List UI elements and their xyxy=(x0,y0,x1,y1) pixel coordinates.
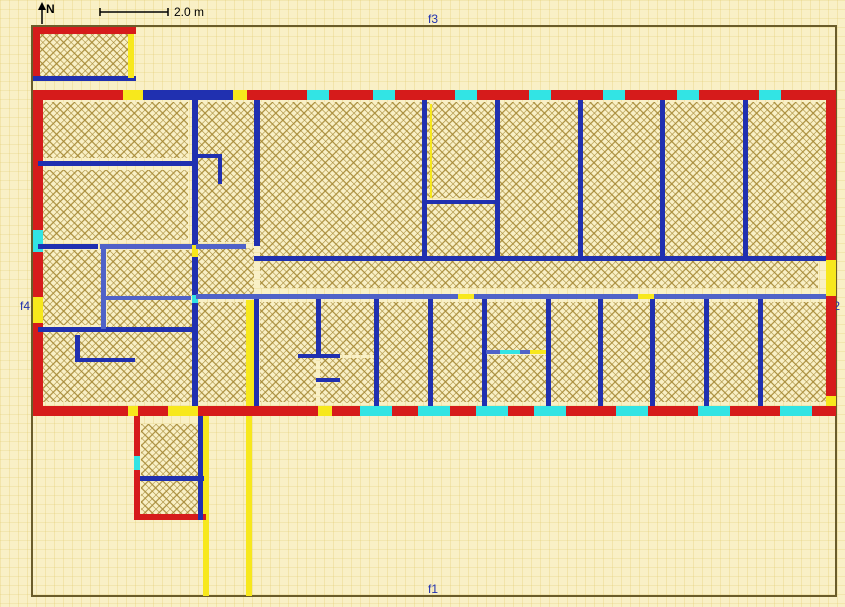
facade-f3: f3 xyxy=(428,12,438,26)
facade-f4: f4 xyxy=(20,299,30,313)
scale-label: 2.0 m xyxy=(174,5,204,19)
floorplan-canvas: N 2.0 m f3 f1 f4 f2 xyxy=(0,0,845,607)
facade-f1: f1 xyxy=(428,582,438,596)
north-label: N xyxy=(46,2,55,16)
